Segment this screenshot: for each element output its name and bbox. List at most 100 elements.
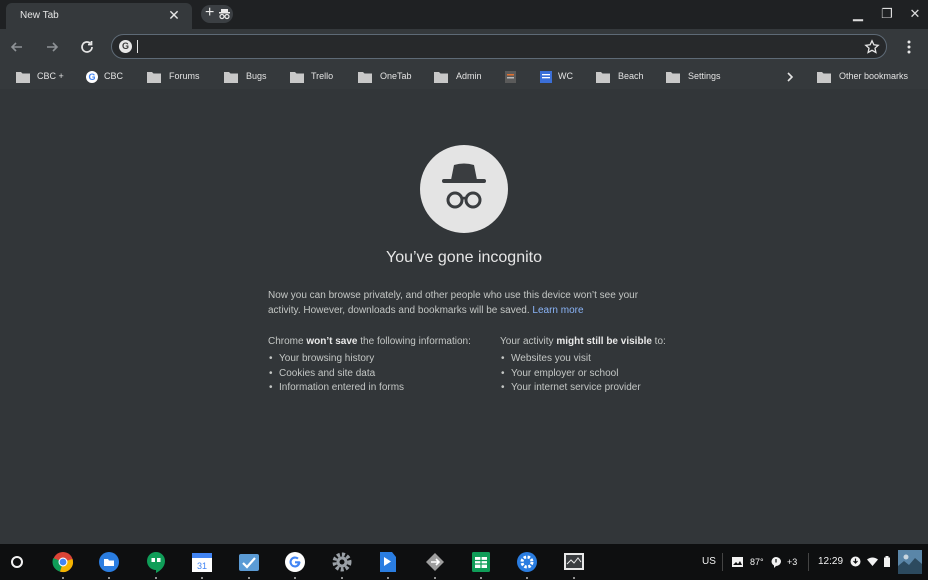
- folder-icon: [817, 72, 831, 83]
- tasks-icon[interactable]: [238, 551, 260, 579]
- wifi-icon[interactable]: [867, 557, 878, 566]
- chrome-icon[interactable]: [52, 551, 74, 579]
- bookmark-label: OneTab: [380, 71, 412, 81]
- bookmark-bugs[interactable]: Bugs: [224, 68, 270, 86]
- screen-icon[interactable]: [563, 551, 585, 579]
- bookmark-other[interactable]: Other bookmarks: [817, 68, 913, 86]
- plus-icon: +: [205, 4, 215, 21]
- bookmark-cbc-plus[interactable]: CBC +: [16, 68, 66, 86]
- bookmark-forums[interactable]: Forums: [147, 68, 205, 86]
- back-icon[interactable]: [7, 37, 27, 57]
- google-app-icon[interactable]: [284, 551, 306, 579]
- google-icon: G: [86, 71, 98, 83]
- tab-strip: New Tab ✕ + ▁ ❐ ✕: [0, 0, 928, 29]
- deploy-icon[interactable]: [424, 551, 446, 579]
- reload-icon[interactable]: [77, 37, 97, 57]
- site-icon: [505, 71, 516, 83]
- incognito-page: You’ve gone incognito Now you can browse…: [0, 89, 928, 544]
- bookmark-label: Settings: [688, 71, 721, 81]
- list-item: Websites you visit: [500, 352, 720, 367]
- calendar-day: 31: [197, 561, 207, 571]
- new-tab-button[interactable]: +: [201, 4, 233, 23]
- bookmark-wc[interactable]: WC: [540, 68, 576, 86]
- browser-window: New Tab ✕ + ▁ ❐ ✕ G CBC + G CBC Forums B…: [0, 0, 928, 580]
- hangouts-icon[interactable]: [145, 551, 167, 579]
- weather-temperature[interactable]: 87°: [750, 557, 764, 567]
- folder-icon: [596, 72, 610, 83]
- folder-icon: [224, 72, 238, 83]
- clock[interactable]: 12:29: [818, 556, 843, 567]
- launcher-button[interactable]: [11, 556, 23, 568]
- tab-close-icon[interactable]: ✕: [166, 7, 182, 23]
- still-visible-heading: Your activity might still be visible to:: [500, 336, 666, 347]
- running-indicator: [387, 577, 389, 579]
- folder-icon: [666, 72, 680, 83]
- ime-indicator[interactable]: US: [702, 556, 716, 567]
- minimize-icon[interactable]: ▁: [849, 6, 867, 22]
- notification-count[interactable]: +3: [787, 557, 797, 567]
- list-item: Cookies and site data: [268, 367, 488, 382]
- folder-icon: [16, 72, 30, 83]
- bookmark-beach[interactable]: Beach: [596, 68, 646, 86]
- bookmark-trello[interactable]: Trello: [290, 68, 340, 86]
- chat-bubble-icon[interactable]: [771, 557, 781, 568]
- chevron-right-icon[interactable]: [785, 71, 795, 83]
- still-visible-section: Your activity might still be visible to:…: [500, 335, 720, 396]
- bookmark-site[interactable]: [505, 68, 519, 86]
- tab-new-tab[interactable]: New Tab ✕: [6, 3, 192, 29]
- tray-divider: [722, 553, 723, 571]
- tab-title: New Tab: [20, 10, 59, 21]
- doc-icon: [540, 71, 552, 83]
- folder-icon: [147, 72, 161, 83]
- google-icon: G: [119, 40, 132, 53]
- chrome-settings-icon[interactable]: [516, 551, 538, 579]
- list-item: Your internet service provider: [500, 381, 720, 396]
- bookmark-label: CBC +: [37, 71, 64, 81]
- bookmark-settings[interactable]: Settings: [666, 68, 726, 86]
- bookmark-onetab[interactable]: OneTab: [358, 68, 414, 86]
- still-visible-list: Websites you visit Your employer or scho…: [500, 352, 720, 396]
- list-item: Your browsing history: [268, 352, 488, 367]
- running-indicator: [573, 577, 575, 579]
- running-indicator: [248, 577, 250, 579]
- bookmark-cbc[interactable]: G CBC: [86, 68, 126, 86]
- learn-more-link[interactable]: Learn more: [532, 305, 583, 316]
- running-indicator: [434, 577, 436, 579]
- list-item: Your employer or school: [500, 367, 720, 382]
- running-indicator: [201, 577, 203, 579]
- settings-gear-icon[interactable]: [331, 551, 353, 579]
- incognito-icon: [420, 145, 508, 233]
- avatar[interactable]: [898, 550, 922, 574]
- bookmark-label: CBC: [104, 71, 124, 81]
- bookmark-label: Other bookmarks: [839, 71, 909, 81]
- running-indicator: [155, 577, 157, 579]
- wont-save-section: Chrome won’t save the following informat…: [268, 335, 488, 396]
- bookmark-label: Forums: [169, 71, 200, 81]
- text-caret: [137, 40, 138, 53]
- image-icon[interactable]: [732, 557, 743, 567]
- running-indicator: [108, 577, 110, 579]
- folder-icon: [434, 72, 448, 83]
- window-close-icon[interactable]: ✕: [906, 6, 924, 22]
- running-indicator: [62, 577, 64, 579]
- forward-icon[interactable]: [42, 37, 62, 57]
- folder-icon: [290, 72, 304, 83]
- sheets-icon[interactable]: [470, 551, 492, 579]
- bookmark-label: WC: [558, 71, 573, 81]
- files-icon[interactable]: [98, 551, 120, 579]
- wont-save-list: Your browsing history Cookies and site d…: [268, 352, 488, 396]
- bookmark-admin[interactable]: Admin: [434, 68, 486, 86]
- restore-icon[interactable]: ❐: [878, 6, 896, 22]
- page-title: You’ve gone incognito: [386, 249, 542, 266]
- battery-icon[interactable]: [884, 556, 890, 567]
- sync-icon[interactable]: [850, 556, 861, 567]
- bookmark-star-icon[interactable]: [864, 39, 880, 55]
- bookmark-label: Bugs: [246, 71, 267, 81]
- play-books-icon[interactable]: [377, 551, 399, 579]
- calendar-icon[interactable]: 31: [191, 551, 213, 579]
- address-bar[interactable]: G: [111, 34, 887, 59]
- more-menu-icon[interactable]: [902, 37, 916, 57]
- running-indicator: [341, 577, 343, 579]
- running-indicator: [526, 577, 528, 579]
- folder-icon: [358, 72, 372, 83]
